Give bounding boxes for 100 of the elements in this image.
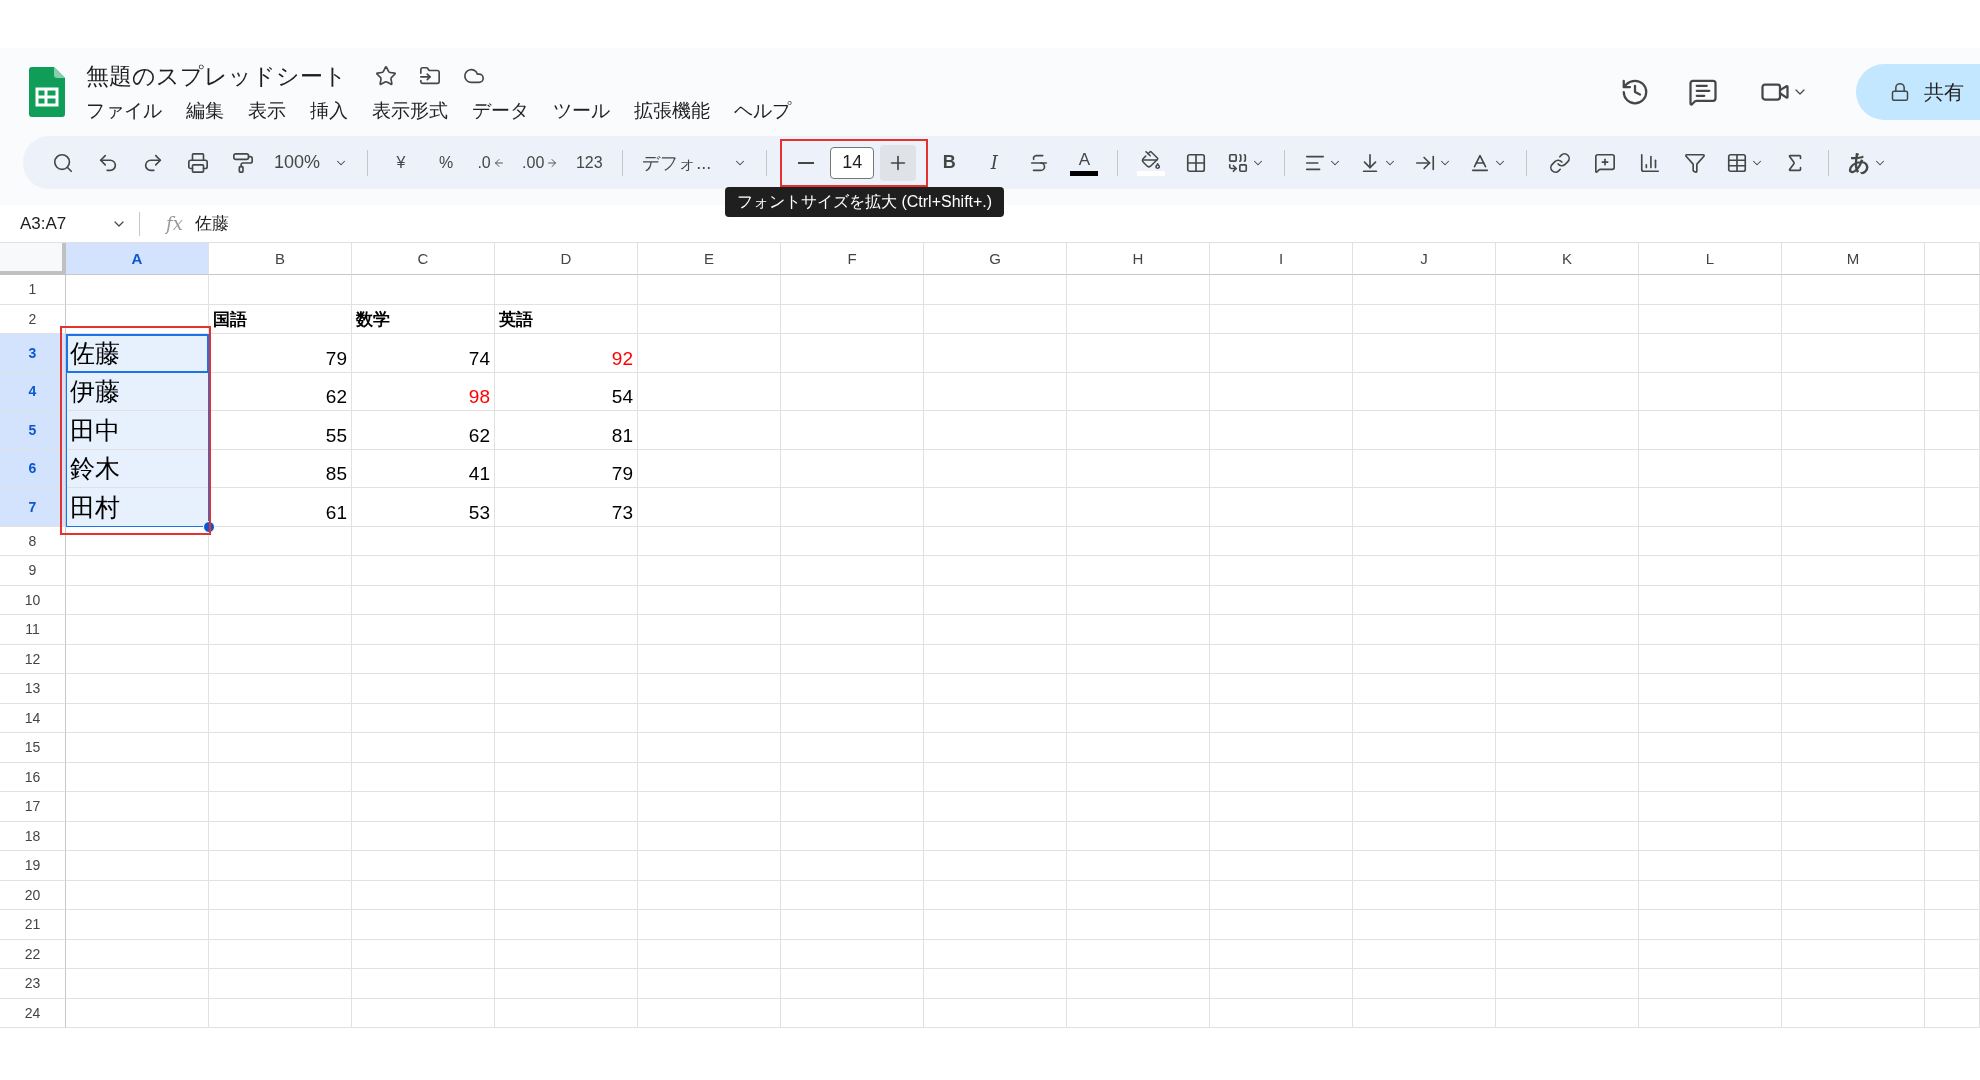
grid-cell[interactable]	[352, 644, 495, 674]
grid-cell[interactable]	[781, 703, 924, 733]
menu-item[interactable]: ファイル	[86, 97, 162, 124]
grid-cell[interactable]	[638, 969, 781, 999]
grid-cell[interactable]	[1353, 880, 1496, 910]
grid-cell[interactable]	[781, 969, 924, 999]
grid-cell[interactable]	[1210, 851, 1353, 881]
grid-cell[interactable]	[1639, 449, 1782, 488]
grid-cell[interactable]	[1210, 703, 1353, 733]
column-header[interactable]: F	[781, 243, 924, 275]
column-header[interactable]: C	[352, 243, 495, 275]
grid-cell[interactable]	[1067, 821, 1210, 851]
grid-cell[interactable]	[1210, 733, 1353, 763]
grid-cell[interactable]	[1496, 488, 1639, 527]
grid-cell[interactable]	[1496, 851, 1639, 881]
grid-cell[interactable]	[1353, 585, 1496, 615]
grid-cell[interactable]	[209, 615, 352, 645]
name-box[interactable]: A3:A7	[0, 211, 140, 236]
row-header[interactable]: 13	[0, 674, 66, 704]
grid-cell[interactable]	[352, 615, 495, 645]
row-header[interactable]: 16	[0, 762, 66, 792]
grid-cell[interactable]	[352, 821, 495, 851]
grid-cell[interactable]	[638, 880, 781, 910]
increase-font-size-button[interactable]	[880, 144, 917, 181]
grid-cell[interactable]	[1925, 674, 1980, 704]
grid-cell[interactable]	[781, 334, 924, 373]
grid-cell[interactable]	[495, 526, 638, 556]
grid-cell[interactable]	[1210, 304, 1353, 334]
grid-cell[interactable]	[1210, 526, 1353, 556]
grid-cell[interactable]	[66, 275, 209, 305]
grid-cell[interactable]: 佐藤	[66, 334, 209, 373]
grid-cell[interactable]	[1782, 615, 1925, 645]
grid-cell[interactable]	[781, 674, 924, 704]
grid-cell[interactable]	[638, 488, 781, 527]
input-tools-button[interactable]: あ	[1844, 144, 1892, 181]
grid-cell[interactable]	[209, 851, 352, 881]
grid-cell[interactable]	[781, 411, 924, 450]
grid-cell[interactable]	[1782, 998, 1925, 1028]
grid-cell[interactable]	[1210, 411, 1353, 450]
grid-cell[interactable]	[781, 762, 924, 792]
grid-cell[interactable]	[1210, 674, 1353, 704]
grid-cell[interactable]	[1639, 556, 1782, 586]
grid-cell[interactable]	[209, 792, 352, 822]
grid-cell[interactable]	[1067, 449, 1210, 488]
grid-cell[interactable]	[1210, 939, 1353, 969]
grid-cell[interactable]	[1067, 792, 1210, 822]
grid-cell[interactable]	[1210, 821, 1353, 851]
grid-cell[interactable]: 英語	[495, 304, 638, 334]
document-title[interactable]: 無題のスプレッドシート	[86, 60, 347, 92]
grid-cell[interactable]	[781, 556, 924, 586]
grid-cell[interactable]	[1353, 851, 1496, 881]
grid-cell[interactable]	[1925, 449, 1980, 488]
grid-cell[interactable]	[1925, 792, 1980, 822]
grid-cell[interactable]	[1210, 615, 1353, 645]
grid-cell[interactable]	[1925, 644, 1980, 674]
grid-cell[interactable]	[1210, 969, 1353, 999]
grid-cell[interactable]	[352, 674, 495, 704]
grid-cell[interactable]: 98	[352, 372, 495, 411]
grid-cell[interactable]	[1067, 334, 1210, 373]
grid-cell[interactable]	[924, 304, 1067, 334]
grid-cell[interactable]	[1067, 275, 1210, 305]
grid-cell[interactable]	[1639, 674, 1782, 704]
grid-cell[interactable]	[1353, 615, 1496, 645]
grid-cell[interactable]	[1925, 969, 1980, 999]
grid-cell[interactable]	[66, 998, 209, 1028]
menu-item[interactable]: 拡張機能	[634, 97, 710, 124]
grid-cell[interactable]	[1925, 372, 1980, 411]
grid-cell[interactable]	[1496, 703, 1639, 733]
row-header[interactable]: 22	[0, 939, 66, 969]
grid-cell[interactable]	[1639, 304, 1782, 334]
grid-cell[interactable]	[1782, 372, 1925, 411]
grid-cell[interactable]	[209, 644, 352, 674]
share-button[interactable]: 共有	[1856, 64, 1980, 120]
grid-cell[interactable]	[66, 880, 209, 910]
grid-cell[interactable]	[924, 939, 1067, 969]
grid-cell[interactable]	[1639, 411, 1782, 450]
menu-item[interactable]: 表示	[248, 97, 286, 124]
grid-cell[interactable]	[1782, 969, 1925, 999]
grid-cell[interactable]	[1782, 733, 1925, 763]
grid-cell[interactable]	[1353, 733, 1496, 763]
row-header[interactable]: 10	[0, 585, 66, 615]
grid-cell[interactable]	[209, 674, 352, 704]
row-header[interactable]: 14	[0, 703, 66, 733]
row-header[interactable]: 21	[0, 910, 66, 940]
grid-cell[interactable]	[209, 703, 352, 733]
grid-cell[interactable]	[1496, 526, 1639, 556]
grid-cell[interactable]: 田村	[66, 488, 209, 527]
grid-cell[interactable]	[1353, 275, 1496, 305]
grid-cell[interactable]	[1639, 488, 1782, 527]
grid-cell[interactable]	[209, 998, 352, 1028]
grid-cell[interactable]	[1353, 411, 1496, 450]
grid-cell[interactable]	[209, 821, 352, 851]
grid-cell[interactable]	[1353, 998, 1496, 1028]
row-header[interactable]: 24	[0, 998, 66, 1028]
row-header[interactable]: 19	[0, 851, 66, 881]
grid-cell[interactable]	[1067, 411, 1210, 450]
grid-cell[interactable]	[1210, 762, 1353, 792]
grid-cell[interactable]	[66, 585, 209, 615]
menu-item[interactable]: ツール	[553, 97, 610, 124]
grid-cell[interactable]	[1210, 449, 1353, 488]
